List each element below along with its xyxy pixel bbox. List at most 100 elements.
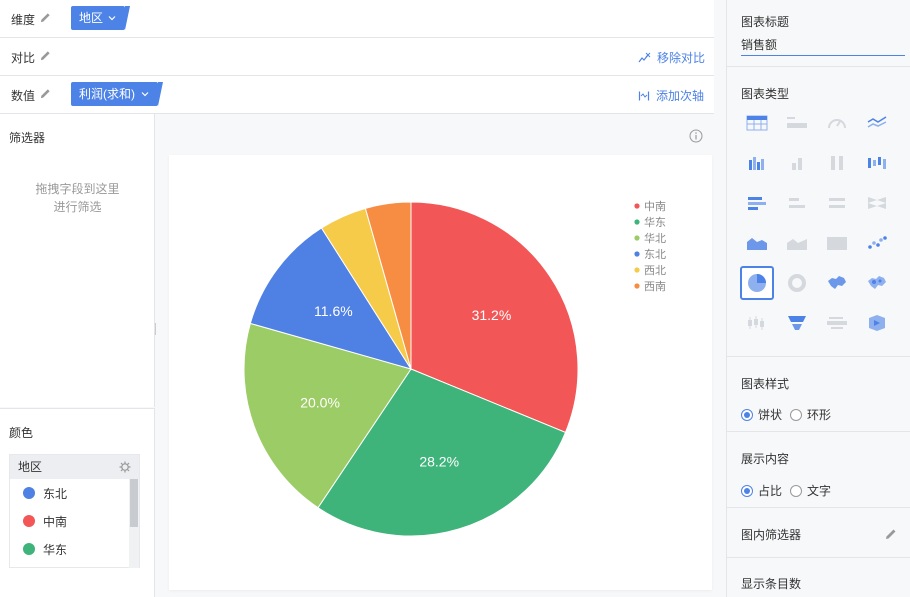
left-workspace: 维度 地区 对比 移除对比 数值 利润(求和) 添加次轴 筛选器 拖拽字段到这里… bbox=[0, 0, 726, 597]
add-secondary-axis-button[interactable]: 添加次轴 bbox=[638, 87, 704, 104]
pie-legend-label: 西北 bbox=[644, 264, 666, 277]
scrollbar-thumb[interactable] bbox=[130, 479, 138, 527]
gear-icon[interactable] bbox=[119, 461, 131, 473]
pie-legend-item[interactable]: 西北 bbox=[634, 264, 666, 277]
edit-pencil-icon[interactable] bbox=[40, 12, 51, 23]
edit-pencil-icon[interactable] bbox=[885, 528, 897, 540]
chart-type-funnel-icon[interactable] bbox=[780, 306, 814, 340]
info-icon[interactable] bbox=[689, 129, 703, 143]
content-option-text[interactable]: 文字 bbox=[790, 482, 831, 499]
color-legend-item[interactable]: 华东 bbox=[10, 535, 139, 563]
pie-data-label: 28.2% bbox=[419, 454, 459, 470]
color-swatch[interactable] bbox=[23, 543, 35, 555]
color-field-name: 地区 bbox=[18, 460, 43, 474]
divider bbox=[727, 507, 910, 508]
chart-type-kpi-icon[interactable] bbox=[780, 106, 814, 140]
settings-panel: 图表标题 销售额 图表类型 图表样式 饼状 环形 展示内容 占比 文字 图内筛选… bbox=[726, 0, 910, 597]
chart-type-bar-icon[interactable] bbox=[740, 146, 774, 180]
dimension-shelf: 维度 地区 bbox=[0, 0, 714, 38]
pie-legend-item[interactable]: 西南 bbox=[634, 280, 666, 293]
edit-pencil-icon[interactable] bbox=[40, 50, 51, 61]
divider bbox=[727, 66, 910, 67]
chart-type-percent-bar-icon[interactable] bbox=[820, 146, 854, 180]
display-content-label: 展示内容 bbox=[741, 452, 790, 466]
pie-legend-marker bbox=[634, 219, 640, 225]
content-option-label: 文字 bbox=[807, 484, 832, 498]
pie-legend-marker bbox=[634, 283, 640, 289]
divider bbox=[727, 356, 910, 357]
radio-button[interactable] bbox=[741, 484, 753, 497]
color-swatch[interactable] bbox=[23, 487, 35, 499]
value-chip[interactable]: 利润(求和) bbox=[71, 82, 163, 106]
filter-panel: 筛选器 拖拽字段到这里 进行筛选 bbox=[0, 114, 155, 407]
chart-type-bidirectional-hbar-icon[interactable] bbox=[860, 186, 894, 220]
chart-type-table-icon[interactable] bbox=[740, 106, 774, 140]
pie-legend-item[interactable]: 中南 bbox=[634, 200, 666, 213]
pie-legend-marker bbox=[634, 203, 640, 209]
chart-type-percent-hbar-icon[interactable] bbox=[820, 186, 854, 220]
content-option-percent[interactable]: 占比 bbox=[741, 482, 782, 499]
chart-type-area-icon[interactable] bbox=[740, 226, 774, 260]
chart-type-wordcloud-icon[interactable] bbox=[820, 306, 854, 340]
pie-legend-label: 西南 bbox=[644, 280, 666, 293]
inner-filter-label: 图内筛选器 bbox=[741, 528, 802, 542]
chart-type-pie-icon[interactable] bbox=[740, 266, 774, 300]
chart-type-boxplot-icon[interactable] bbox=[740, 306, 774, 340]
dimension-chip[interactable]: 地区 bbox=[71, 6, 131, 30]
pie-legend-item[interactable]: 华东 bbox=[634, 215, 666, 229]
color-legend-item[interactable]: 中南 bbox=[10, 507, 139, 535]
dimension-chip-label: 地区 bbox=[79, 11, 104, 25]
color-legend-item[interactable]: 东北 bbox=[10, 479, 139, 507]
radio-button[interactable] bbox=[741, 408, 753, 421]
chart-title-input[interactable]: 销售额 bbox=[741, 36, 905, 56]
style-option-label: 饼状 bbox=[758, 408, 783, 422]
compare-shelf: 对比 移除对比 bbox=[0, 38, 714, 76]
chart-type-stacked-area-icon[interactable] bbox=[780, 226, 814, 260]
radio-button[interactable] bbox=[790, 484, 803, 497]
chart-type-label: 图表类型 bbox=[741, 87, 790, 101]
pie-data-label: 31.2% bbox=[472, 307, 512, 323]
pie-chart[interactable]: 31.2% 28.2% 20.0% 11.6% 中南华东华北东北西北西南 bbox=[169, 155, 712, 590]
filter-drop-zone[interactable]: 拖拽字段到这里 进行筛选 bbox=[0, 180, 155, 216]
radio-button[interactable] bbox=[790, 408, 803, 421]
chart-type-percent-area-icon[interactable] bbox=[820, 226, 854, 260]
pie-legend-item[interactable]: 华北 bbox=[634, 231, 666, 245]
style-option-donut[interactable]: 环形 bbox=[790, 406, 831, 423]
chart-style-radio-group: 饼状 环形 bbox=[741, 406, 839, 423]
pie-legend-label: 中南 bbox=[644, 200, 666, 213]
chart-type-scatter-icon[interactable] bbox=[860, 226, 894, 260]
content-option-label: 占比 bbox=[758, 484, 783, 498]
chart-type-horizontal-bar-icon[interactable] bbox=[740, 186, 774, 220]
filter-hint-line1: 拖拽字段到这里 bbox=[35, 182, 120, 196]
edit-pencil-icon[interactable] bbox=[40, 88, 51, 99]
chart-type-stacked-hbar-icon[interactable] bbox=[780, 186, 814, 220]
remove-compare-icon bbox=[638, 52, 651, 62]
compare-label: 对比 bbox=[11, 51, 36, 65]
chart-type-bidirectional-bar-icon[interactable] bbox=[860, 146, 894, 180]
chart-type-bubble-map-icon[interactable] bbox=[860, 266, 894, 300]
chart-type-gauge-icon[interactable] bbox=[820, 106, 854, 140]
remove-compare-label: 移除对比 bbox=[657, 51, 706, 65]
color-legend-label: 华东 bbox=[43, 542, 68, 557]
color-panel: 颜色 地区 东北 中南 华东 bbox=[0, 408, 155, 597]
chart-card: 31.2% 28.2% 20.0% 11.6% 中南 华东 华北 东北 西北 西南 bbox=[169, 155, 712, 590]
filter-panel-title: 筛选器 bbox=[9, 131, 46, 145]
chart-type-line-icon[interactable] bbox=[860, 106, 894, 140]
color-field-header[interactable]: 地区 bbox=[10, 455, 139, 479]
pie-legend-item[interactable]: 东北 bbox=[634, 248, 666, 261]
chart-type-donut-icon[interactable] bbox=[780, 266, 814, 300]
color-panel-title: 颜色 bbox=[9, 426, 34, 440]
style-option-pie[interactable]: 饼状 bbox=[741, 406, 782, 423]
dimension-label: 维度 bbox=[11, 13, 36, 27]
color-list-scrollbar[interactable] bbox=[129, 479, 139, 568]
pie-legend-label: 东北 bbox=[644, 248, 666, 261]
color-legend-label: 东北 bbox=[43, 486, 68, 501]
chart-type-map-icon[interactable] bbox=[820, 266, 854, 300]
pie-legend-marker bbox=[634, 267, 640, 273]
chart-style-label: 图表样式 bbox=[741, 377, 790, 391]
chart-type-radar-icon[interactable] bbox=[860, 306, 894, 340]
remove-compare-button[interactable]: 移除对比 bbox=[638, 49, 705, 66]
chart-type-stacked-bar-icon[interactable] bbox=[780, 146, 814, 180]
color-swatch[interactable] bbox=[23, 515, 35, 527]
pie-data-label: 11.6% bbox=[314, 303, 353, 319]
